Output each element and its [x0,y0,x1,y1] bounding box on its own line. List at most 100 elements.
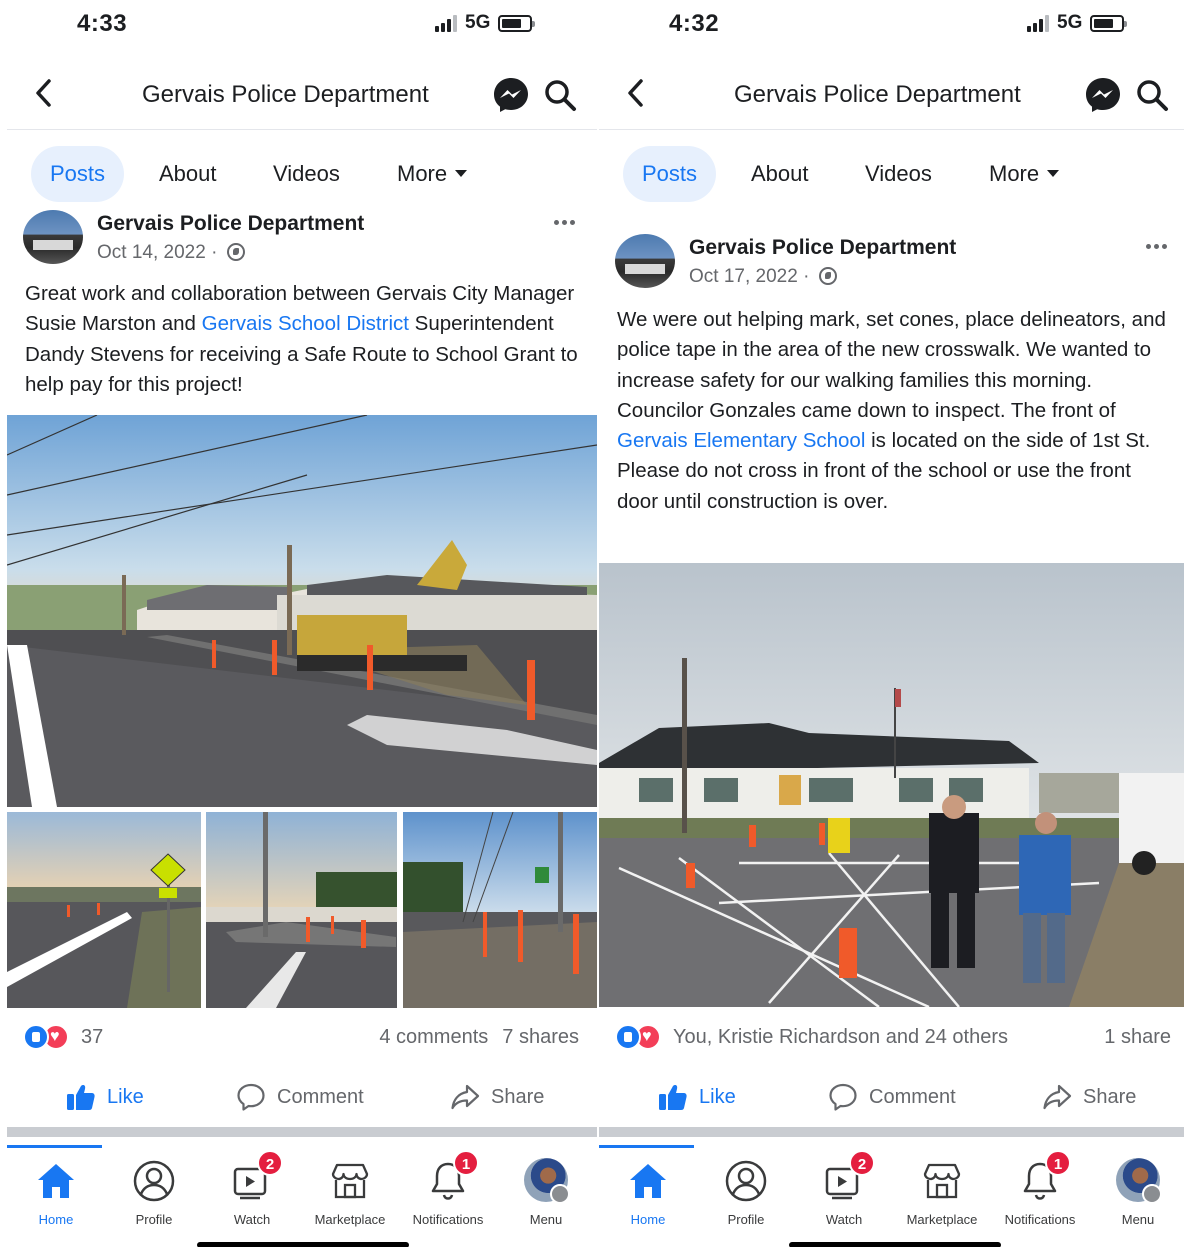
like-button[interactable]: Like [65,1080,144,1114]
globe-icon [226,243,245,261]
nav-menu[interactable]: Menu [1089,1158,1184,1227]
more-dots-icon[interactable] [1146,236,1172,249]
post-header: Gervais Police Department Oct 17, 2022 · [599,234,1184,294]
nav-watch-label: Watch [233,1212,271,1227]
nav-profile-label: Profile [727,1212,765,1227]
tab-posts[interactable]: Posts [623,146,717,202]
shares-count[interactable]: 1 share [1104,1026,1171,1048]
reactions-summary[interactable]: 37 4 comments 7 shares [7,1018,597,1058]
feed-divider [599,1127,1184,1137]
marketplace-icon [331,1163,369,1199]
page-avatar[interactable] [615,234,675,288]
nav-notifications-label: Notifications [1004,1212,1076,1227]
post-photo-main[interactable] [599,563,1184,1007]
page-title: Gervais Police Department [734,81,1021,108]
network-type: 5G [1057,12,1083,33]
battery-icon [1090,14,1128,32]
nav-menu[interactable]: Menu [497,1158,595,1227]
tab-videos[interactable]: Videos [865,146,932,202]
tab-more[interactable]: More [397,146,468,202]
nav-watch-label: Watch [825,1212,863,1227]
post-photo-small[interactable] [403,812,597,1008]
reaction-icons [615,1024,663,1050]
post-author[interactable]: Gervais Police Department [97,212,364,236]
reaction-count[interactable]: 37 [81,1026,103,1049]
post-date-text: Oct 14, 2022 · [97,242,218,263]
search-icon[interactable] [1134,77,1170,113]
like-reaction-icon [23,1024,49,1050]
signal-icon [1027,14,1049,32]
globe-icon [818,267,837,285]
nav-profile[interactable]: Profile [105,1158,203,1227]
like-reaction-icon [615,1024,641,1050]
comments-count[interactable]: 4 comments [379,1026,488,1048]
back-icon[interactable] [621,76,651,110]
search-icon[interactable] [542,77,578,113]
status-bar: 4:32 5G [599,0,1184,50]
reaction-icons [23,1024,71,1050]
comment-icon [829,1083,857,1111]
notifications-badge: 1 [453,1150,479,1176]
menu-avatar [524,1158,570,1204]
tab-about[interactable]: About [159,146,217,202]
post-text: Great work and collaboration between Ger… [25,279,585,400]
tab-about[interactable]: About [751,146,809,202]
post-photo-small[interactable] [7,812,201,1008]
shares-count[interactable]: 7 shares [502,1026,579,1048]
tab-posts[interactable]: Posts [31,146,125,202]
status-icons: 5G [435,12,536,34]
nav-marketplace[interactable]: Marketplace [301,1158,399,1227]
nav-notifications[interactable]: 1 Notifications [991,1150,1089,1227]
page-tabs: Posts About Videos More [599,146,1184,204]
like-button[interactable]: Like [657,1080,736,1114]
comment-button[interactable]: Comment [235,1080,364,1114]
nav-menu-label: Menu [529,1212,563,1227]
comment-button[interactable]: Comment [827,1080,956,1114]
reactions-summary[interactable]: You, Kristie Richardson and 24 others 1 … [599,1018,1184,1058]
post-photo-main[interactable] [7,415,597,807]
home-icon [38,1164,74,1198]
more-dots-icon[interactable] [554,212,580,225]
nav-marketplace[interactable]: Marketplace [893,1158,991,1227]
messenger-icon[interactable] [1084,76,1122,114]
tab-videos[interactable]: Videos [273,146,340,202]
post-header: Gervais Police Department Oct 14, 2022 · [7,210,597,270]
menu-avatar [1116,1158,1162,1204]
watch-badge: 2 [257,1150,283,1176]
post-photo-small[interactable] [206,812,397,1008]
post-author[interactable]: Gervais Police Department [689,236,956,260]
nav-notifications[interactable]: 1 Notifications [399,1150,497,1227]
caret-down-icon [455,170,468,177]
nav-home[interactable]: Home [7,1158,105,1227]
page-avatar[interactable] [23,210,83,264]
nav-watch[interactable]: 2 Watch [203,1150,301,1227]
nav-home[interactable]: Home [599,1158,697,1227]
comment-label: Comment [277,1085,364,1108]
tab-more[interactable]: More [989,146,1060,202]
signal-icon [435,14,457,32]
home-icon [630,1164,666,1198]
share-button[interactable]: Share [449,1080,544,1114]
like-icon [67,1085,95,1110]
page-tabs: Posts About Videos More [7,146,597,204]
engagement-counts: 4 comments 7 shares [379,1026,579,1049]
nav-active-indicator [599,1145,694,1148]
page-title: Gervais Police Department [142,81,429,108]
back-icon[interactable] [29,76,59,110]
reaction-count[interactable]: You, Kristie Richardson and 24 others [673,1026,1008,1049]
profile-icon [725,1160,767,1202]
nav-watch[interactable]: 2 Watch [795,1150,893,1227]
post-link[interactable]: Gervais School District [202,312,409,335]
messenger-icon[interactable] [492,76,530,114]
status-bar: 4:33 5G [7,0,597,50]
home-indicator [789,1242,1001,1247]
share-label: Share [491,1085,545,1108]
share-icon [451,1084,480,1110]
share-button[interactable]: Share [1041,1080,1136,1114]
nav-profile[interactable]: Profile [697,1158,795,1227]
nav-active-indicator [7,1145,102,1148]
post-link[interactable]: Gervais Elementary School [617,429,865,452]
post-text-part: We were out helping mark, set cones, pla… [617,308,1166,422]
tab-more-label: More [397,161,448,186]
notifications-badge: 1 [1045,1150,1071,1176]
